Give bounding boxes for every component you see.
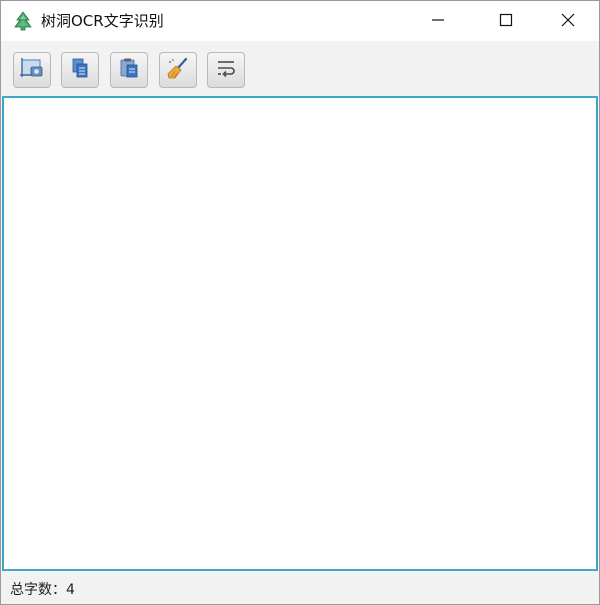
window-title: 树洞OCR文字识别 — [41, 12, 164, 30]
tree-icon — [13, 11, 33, 31]
screenshot-icon — [20, 57, 44, 83]
copy-button[interactable] — [61, 52, 99, 88]
copy-icon — [69, 57, 91, 83]
status-bar: 总字数：4 — [1, 571, 599, 604]
minimize-button[interactable] — [415, 1, 461, 41]
title-bar[interactable]: 树洞OCR文字识别 — [1, 1, 599, 41]
paste-button[interactable] — [110, 52, 148, 88]
screenshot-button[interactable] — [13, 52, 51, 88]
minimize-icon — [431, 12, 445, 31]
char-count-value: 4 — [66, 582, 75, 598]
toolbar — [1, 41, 599, 95]
clear-broom-icon — [166, 57, 190, 83]
paste-icon — [118, 57, 140, 83]
char-count-label: 总字数： — [10, 582, 66, 598]
close-icon — [561, 12, 575, 31]
app-window: 树洞OCR文字识别 总字数：4 — [0, 0, 600, 605]
char-count-status: 总字数：4 — [10, 579, 75, 599]
maximize-button[interactable] — [483, 1, 529, 41]
wrap-text-icon — [215, 58, 237, 82]
ocr-text-area[interactable] — [2, 96, 598, 571]
clear-button[interactable] — [159, 52, 197, 88]
close-button[interactable] — [545, 1, 591, 41]
wrap-text-button[interactable] — [207, 52, 245, 88]
maximize-icon — [499, 12, 513, 31]
